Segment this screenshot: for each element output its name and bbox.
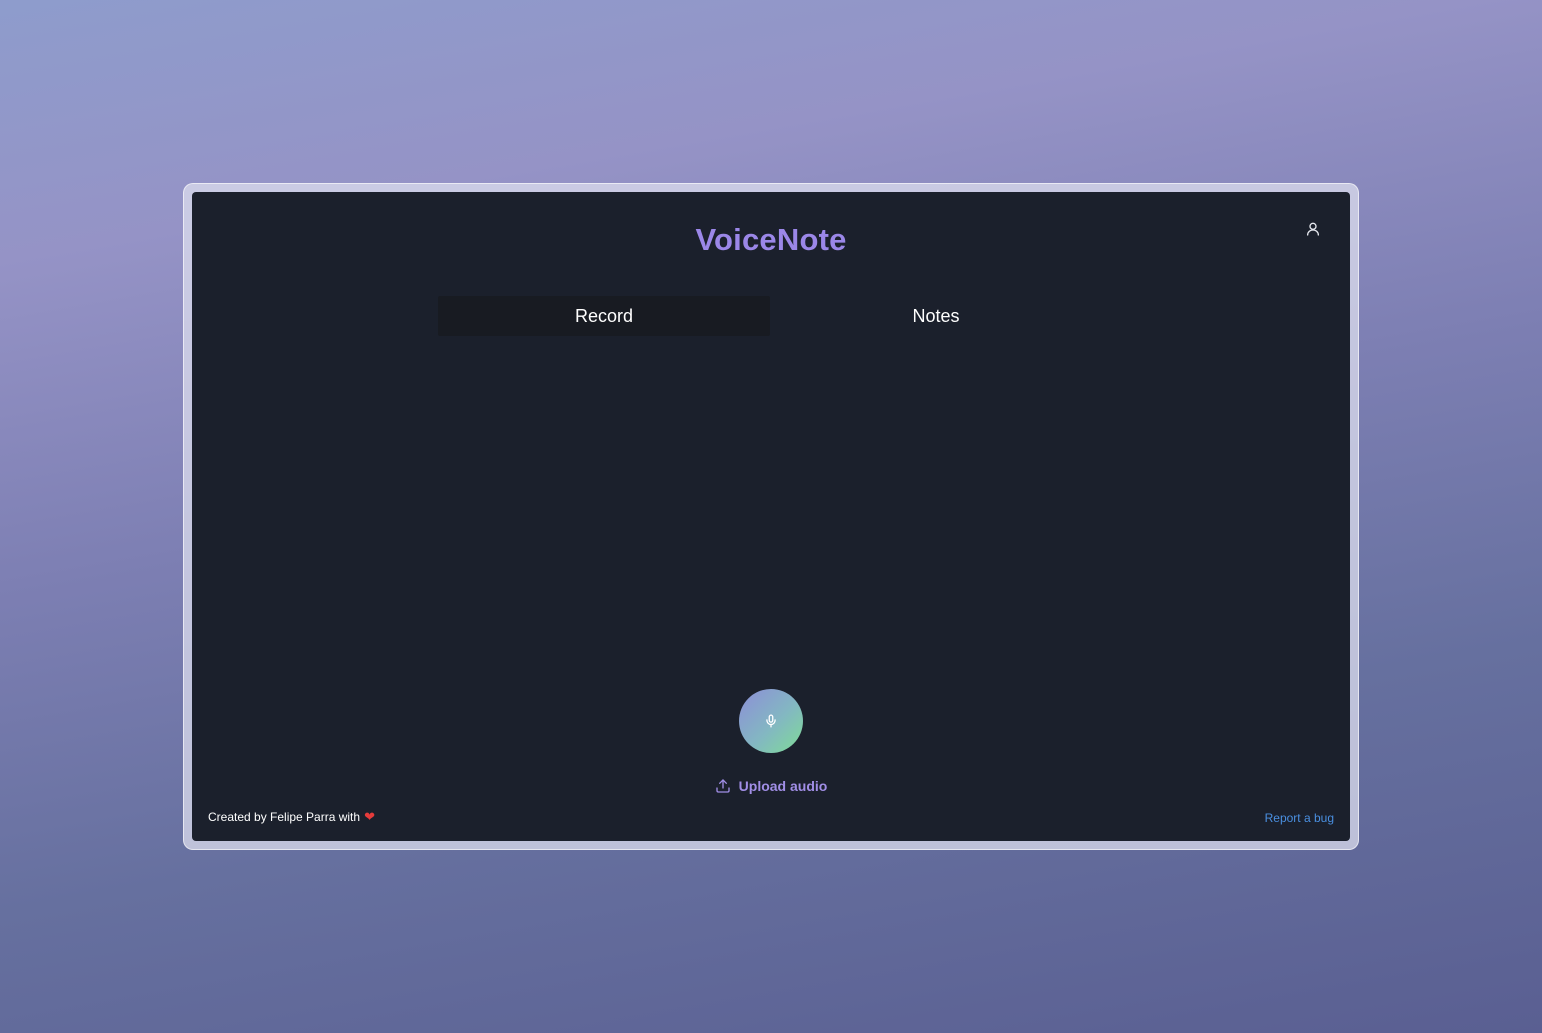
footer-credit: Created by Felipe Parra with ❤: [208, 809, 375, 825]
tab-bar: Record Notes: [438, 296, 1102, 336]
heart-icon: ❤: [364, 809, 375, 824]
report-bug-link[interactable]: Report a bug: [1265, 811, 1334, 825]
record-button[interactable]: [739, 689, 803, 753]
app-window-frame: VoiceNote Record Notes Upload audio Crea…: [183, 183, 1359, 850]
upload-audio-label: Upload audio: [738, 778, 828, 794]
tab-notes[interactable]: Notes: [770, 296, 1102, 336]
app-container: VoiceNote Record Notes Upload audio Crea…: [192, 192, 1350, 841]
upload-row: Upload audio: [192, 778, 1350, 794]
microphone-icon: [766, 714, 776, 728]
user-account-button[interactable]: [1302, 218, 1324, 240]
user-icon: [1307, 222, 1319, 236]
tab-record[interactable]: Record: [438, 296, 770, 336]
upload-icon: [715, 779, 730, 793]
upload-audio-button[interactable]: Upload audio: [715, 778, 828, 794]
footer-credit-text: Created by Felipe Parra with: [208, 810, 361, 824]
app-title: VoiceNote: [695, 222, 847, 257]
